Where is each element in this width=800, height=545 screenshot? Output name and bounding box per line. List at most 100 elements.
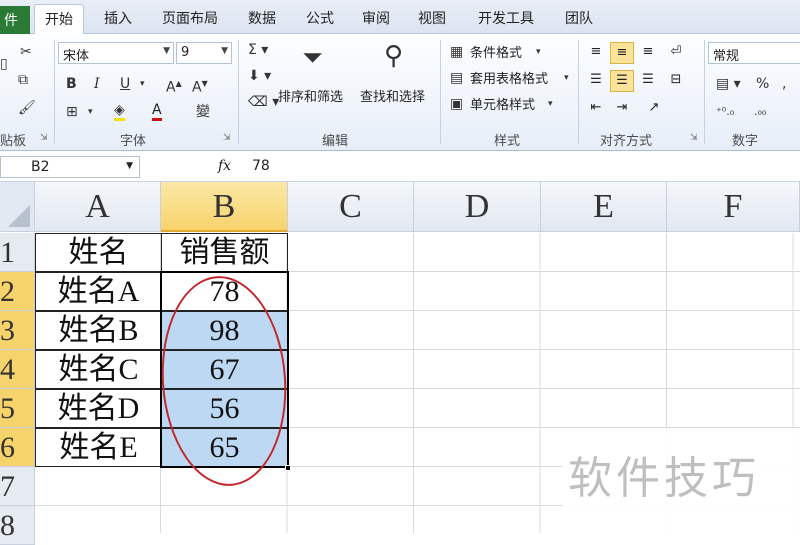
wrap-text-icon[interactable]: ⏎ <box>664 42 688 64</box>
row-header-1[interactable]: 1 <box>0 233 35 272</box>
table-row-cell-name[interactable]: 姓名B <box>35 311 162 350</box>
column-header-f[interactable]: F <box>667 182 800 232</box>
font-launcher-icon[interactable]: ⇲ <box>223 133 231 143</box>
conditional-format-button[interactable]: 条件格式 <box>470 42 522 61</box>
align-left-icon[interactable]: ☰ <box>584 70 608 92</box>
tab-review[interactable]: 审阅 <box>362 8 390 28</box>
increase-decimal-icon[interactable]: ⁺⁰.₀ <box>716 104 734 120</box>
clear-icon[interactable]: ⌫ ▾ <box>248 94 279 110</box>
autosum-icon[interactable]: Σ ▾ <box>248 42 268 58</box>
row-header-7[interactable]: 7 <box>0 467 35 506</box>
row-header-8[interactable]: 8 <box>0 506 35 545</box>
align-top-icon[interactable]: ≡ <box>584 42 608 64</box>
select-all-corner[interactable] <box>0 182 35 232</box>
accounting-format-icon[interactable]: ▤ ▾ <box>716 76 741 92</box>
fill-color-icon[interactable]: ◈ <box>114 102 125 121</box>
clipboard-launcher-icon[interactable]: ⇲ <box>40 133 48 143</box>
conditional-format-icon[interactable]: ▦ <box>450 44 463 60</box>
table-format-button[interactable]: 套用表格格式 <box>470 68 548 87</box>
underline-icon[interactable]: U <box>120 76 130 92</box>
increase-font-icon[interactable]: A▲ <box>166 76 182 96</box>
table-row-cell-sales[interactable]: 56 <box>161 389 288 428</box>
decrease-indent-icon[interactable]: ⇤ <box>584 98 608 120</box>
orientation-icon[interactable]: ↗ <box>642 98 666 120</box>
sort-filter-button[interactable]: 排序和筛选 <box>278 86 343 105</box>
format-painter-icon[interactable]: 🖌 <box>18 100 36 116</box>
align-bottom-icon[interactable]: ≡ <box>636 42 660 64</box>
table-row-cell-name[interactable]: 姓名C <box>35 350 162 389</box>
tab-page-layout[interactable]: 页面布局 <box>162 8 218 28</box>
copy-icon[interactable]: ⧉ <box>18 72 28 88</box>
column-header-e[interactable]: E <box>541 182 667 232</box>
insert-function-icon[interactable]: fx <box>218 158 231 174</box>
number-format-value: 常规 <box>713 49 740 64</box>
find-select-button[interactable]: 查找和选择 <box>360 86 425 105</box>
merge-center-icon[interactable]: ⊟ <box>664 70 688 92</box>
cell-a1[interactable]: 姓名 <box>35 233 162 272</box>
italic-icon[interactable]: I <box>94 76 100 92</box>
fill-handle[interactable] <box>285 465 291 471</box>
tab-team[interactable]: 团队 <box>565 8 593 28</box>
tab-home[interactable]: 开始 <box>34 4 84 35</box>
row-header-2[interactable]: 2 <box>0 272 35 311</box>
decrease-font-icon[interactable]: A▼ <box>192 76 208 96</box>
paste-icon[interactable]: ▯ <box>0 56 8 72</box>
row-header-3[interactable]: 3 <box>0 311 35 350</box>
tab-data[interactable]: 数据 <box>248 8 276 28</box>
decrease-decimal-icon[interactable]: .₀₀ <box>754 104 766 120</box>
table-row-cell-name[interactable]: 姓名D <box>35 389 162 428</box>
comma-style-icon[interactable]: , <box>782 76 786 92</box>
formula-input[interactable]: 78 <box>252 158 270 174</box>
font-color-icon[interactable]: A <box>152 102 162 121</box>
tab-file[interactable]: 件 <box>0 6 30 34</box>
font-size-select[interactable]: 9 ▼ <box>176 42 232 64</box>
name-box[interactable]: B2 ▼ <box>0 156 140 178</box>
table-format-icon[interactable]: ▤ <box>450 70 463 86</box>
align-center-icon[interactable]: ☰ <box>610 70 634 92</box>
binoculars-icon[interactable]: ⚲ <box>384 42 403 70</box>
number-format-select[interactable]: 常规 <box>708 42 800 64</box>
tab-insert[interactable]: 插入 <box>104 8 132 28</box>
column-header-b[interactable]: B <box>161 182 288 232</box>
column-header-d[interactable]: D <box>414 182 541 232</box>
table-row-cell-sales-active[interactable]: 78 <box>161 272 288 311</box>
chevron-down-icon[interactable]: ▾ <box>140 76 145 92</box>
tab-formulas[interactable]: 公式 <box>306 8 334 28</box>
table-row-cell-sales[interactable]: 67 <box>161 350 288 389</box>
table-row-cell-name[interactable]: 姓名A <box>35 272 162 311</box>
tab-developer[interactable]: 开发工具 <box>478 8 534 28</box>
row-header-5[interactable]: 5 <box>0 389 35 428</box>
cut-icon[interactable]: ✂ <box>20 44 32 60</box>
divider <box>238 40 239 144</box>
phonetic-icon[interactable]: 變 <box>196 104 210 120</box>
fill-down-icon[interactable]: ⬇ ▾ <box>248 68 271 84</box>
bold-icon[interactable]: B <box>66 76 77 92</box>
divider <box>54 40 55 144</box>
group-label-number: 数字 <box>732 134 759 149</box>
font-size-value: 9 <box>181 45 190 60</box>
table-row-cell-name[interactable]: 姓名E <box>35 428 162 467</box>
chevron-down-icon[interactable]: ▼ <box>126 161 133 171</box>
cell-b1[interactable]: 销售额 <box>161 233 288 272</box>
sort-filter-icon[interactable]: ⏷ <box>302 44 323 72</box>
table-row-cell-sales[interactable]: 98 <box>161 311 288 350</box>
chevron-down-icon[interactable]: ▾ <box>536 44 541 60</box>
cell-style-icon[interactable]: ▣ <box>450 96 463 112</box>
table-row-cell-sales[interactable]: 65 <box>161 428 288 467</box>
border-icon[interactable]: ⊞ <box>66 104 78 120</box>
column-header-c[interactable]: C <box>288 182 414 232</box>
tab-view[interactable]: 视图 <box>418 8 446 28</box>
chevron-down-icon[interactable]: ▾ <box>88 104 93 120</box>
font-name-select[interactable]: 宋体 ▼ <box>58 42 174 64</box>
align-right-icon[interactable]: ☰ <box>636 70 660 92</box>
align-middle-icon[interactable]: ≡ <box>610 42 634 64</box>
percent-icon[interactable]: % <box>756 76 769 92</box>
row-header-4[interactable]: 4 <box>0 350 35 389</box>
increase-indent-icon[interactable]: ⇥ <box>610 98 634 120</box>
cell-style-button[interactable]: 单元格样式 <box>470 94 535 113</box>
column-header-a[interactable]: A <box>35 182 161 232</box>
chevron-down-icon[interactable]: ▾ <box>548 96 553 112</box>
row-header-6[interactable]: 6 <box>0 428 35 467</box>
alignment-launcher-icon[interactable]: ⇲ <box>690 133 698 143</box>
chevron-down-icon[interactable]: ▾ <box>564 70 569 86</box>
